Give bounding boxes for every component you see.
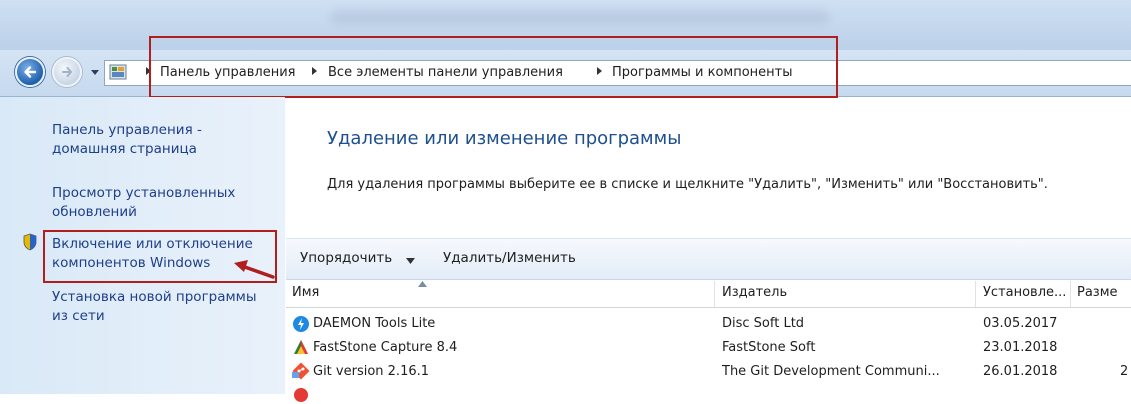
control-panel-icon — [109, 64, 127, 80]
sidebar-item-label: обновлений — [52, 204, 137, 220]
program-publisher: FastStone Soft — [722, 340, 816, 355]
program-publisher: The Git Development Communi... — [722, 364, 940, 379]
back-button[interactable] — [15, 57, 45, 87]
page-description: Для удаления программы выберите ее в спи… — [327, 177, 1048, 192]
annotation-box-address — [149, 36, 838, 98]
program-installed-date: 23.01.2018 — [983, 340, 1058, 355]
shield-icon — [23, 233, 37, 251]
sidebar-item-control-panel-home[interactable]: Панель управления - домашняя страница — [52, 121, 277, 159]
program-name: Git version 2.16.1 — [313, 364, 430, 379]
blurred-window-title — [330, 10, 830, 24]
sidebar-item-label: домашняя страница — [52, 141, 197, 157]
faststone-icon — [294, 340, 308, 354]
program-publisher: Disc Soft Ltd — [722, 316, 805, 331]
sidebar-item-label: Установка новой программы — [52, 289, 257, 305]
column-header-size[interactable]: Разме — [1077, 285, 1118, 300]
program-name: DAEMON Tools Lite — [313, 316, 436, 331]
column-header-publisher[interactable]: Издатель — [722, 285, 787, 300]
sidebar-item-view-updates[interactable]: Просмотр установленных обновлений — [52, 184, 277, 222]
git-icon — [292, 362, 310, 380]
column-divider[interactable] — [1070, 281, 1071, 307]
organize-button[interactable]: Упорядочить — [300, 250, 392, 266]
history-dropdown-icon[interactable] — [90, 67, 100, 77]
program-name: FastStone Capture 8.4 — [313, 340, 458, 355]
forward-button[interactable] — [52, 57, 82, 87]
column-header-name[interactable]: Имя — [292, 285, 319, 300]
annotation-arrow-icon — [234, 260, 275, 279]
page-title: Удаление или изменение программы — [327, 128, 682, 149]
sidebar-item-install-from-network[interactable]: Установка новой программы из сети — [52, 288, 277, 326]
column-header-installed[interactable]: Установле... — [983, 285, 1066, 300]
chevron-down-icon[interactable] — [406, 258, 415, 264]
column-divider[interactable] — [714, 281, 715, 307]
program-size: 2 — [1120, 364, 1129, 379]
sidebar-item-label: из сети — [52, 308, 105, 324]
sort-ascending-icon — [418, 281, 427, 287]
column-divider[interactable] — [975, 281, 976, 307]
program-installed-date: 03.05.2017 — [983, 316, 1058, 331]
daemon-tools-icon — [293, 316, 309, 332]
sidebar-item-label: Панель управления - — [52, 122, 202, 138]
sidebar-item-label: Просмотр установленных — [52, 185, 236, 201]
uninstall-change-button[interactable]: Удалить/Изменить — [443, 250, 576, 266]
partial-program-icon — [294, 388, 308, 402]
arrow-left-icon — [24, 66, 37, 78]
program-installed-date: 26.01.2018 — [983, 364, 1058, 379]
arrow-right-icon — [62, 67, 72, 77]
